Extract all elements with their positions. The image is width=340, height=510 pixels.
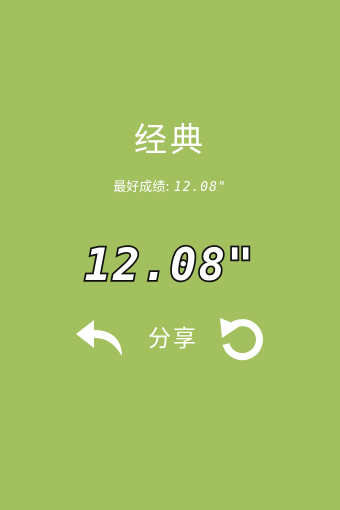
back-arrow-icon [76,320,122,356]
mode-title: 经典 [134,120,206,159]
back-button[interactable] [72,312,128,364]
score-display: 12.08" [0,236,340,296]
best-score-line: 最好成绩: 12.08" [0,178,340,198]
controls-bar: 分享 [0,312,340,364]
share-button[interactable]: 分享 [138,324,208,354]
best-score-value: 12.08" [173,180,227,195]
current-score: 12.08" [85,240,256,291]
restart-icon [220,318,263,361]
restart-button[interactable] [214,316,270,368]
best-score-label: 最好成绩: [113,180,170,195]
